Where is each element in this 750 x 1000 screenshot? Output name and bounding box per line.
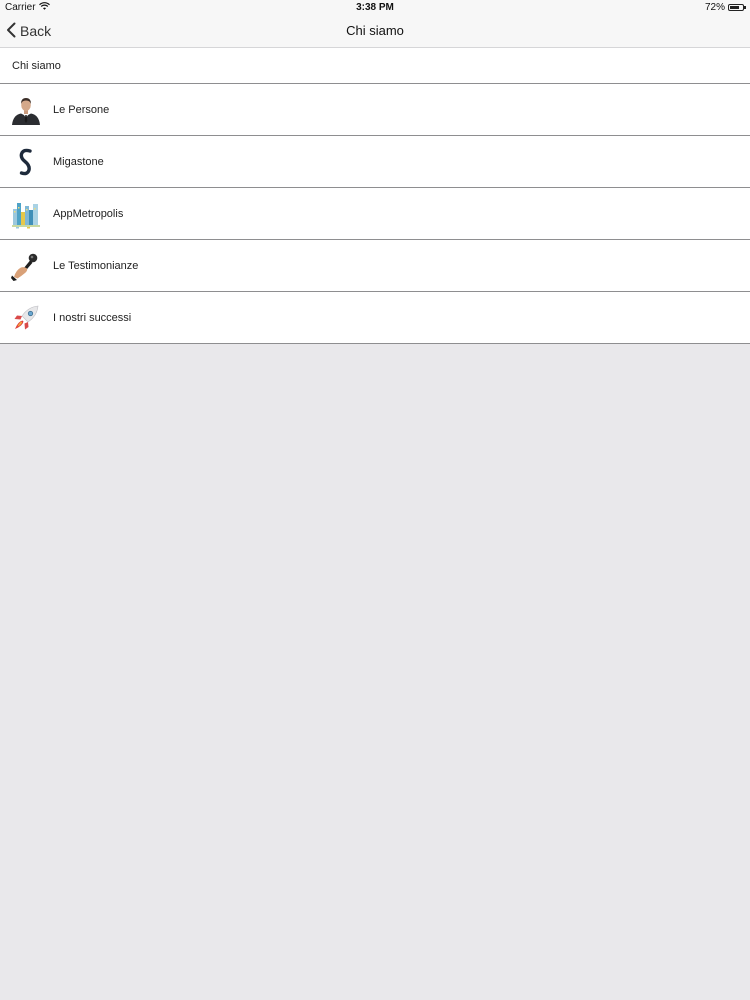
list-item-migastone[interactable]: Migastone [0,136,750,188]
businessman-icon [11,95,41,125]
section-header: Chi siamo [0,48,750,84]
list-item-appmetropolis[interactable]: AppMetropolis [0,188,750,240]
list-item-i-nostri-successi[interactable]: I nostri successi [0,292,750,344]
city-skyline-icon [11,199,41,229]
list-item-label: AppMetropolis [53,207,124,220]
list-item-le-persone[interactable]: Le Persone [0,84,750,136]
status-bar: Carrier 3:38 PM 72% [0,0,750,16]
migastone-logo-icon [11,147,41,177]
rocket-icon [11,303,41,333]
battery-info: 72% [704,2,746,13]
list-item-le-testimonianze[interactable]: Le Testimonianze [0,240,750,292]
list-item-label: Le Testimonianze [53,259,139,272]
list-item-label: I nostri successi [53,311,132,324]
list-item-label: Migastone [53,155,104,168]
status-time: 3:38 PM [356,2,394,13]
battery-icon [728,4,746,11]
microphone-hand-icon [11,251,41,281]
navigation-bar: Back Chi siamo [0,16,750,48]
battery-fill [730,6,739,9]
content-list: Chi siamo Le Persone Migastone AppMetrop… [0,48,750,344]
battery-percent: 72% [704,2,725,13]
page-title: Chi siamo [346,23,404,38]
list-item-label: Le Persone [53,103,110,116]
